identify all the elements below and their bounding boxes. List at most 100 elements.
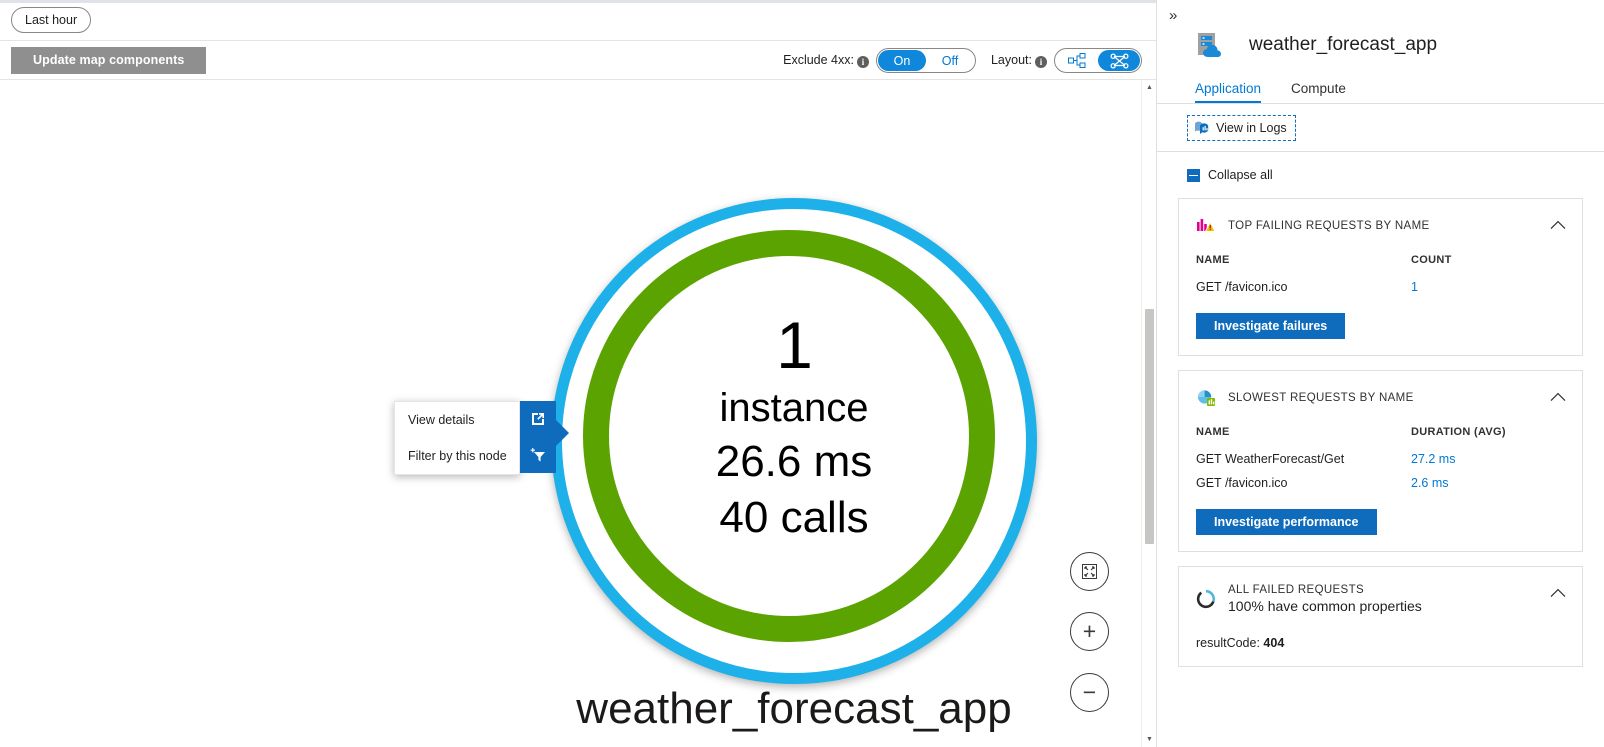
column-header-duration: DURATION (AVG) <box>1411 426 1506 438</box>
card-top-failing-requests-title: TOP FAILING REQUESTS BY NAME <box>1228 220 1430 232</box>
map-command-bar-right: Exclude 4xx: i On Off Layout: i <box>783 41 1142 80</box>
open-details-icon <box>532 413 544 425</box>
card-slowest-requests: SLOWEST REQUESTS BY NAME NAME DURATION (… <box>1178 370 1583 552</box>
time-range-picker[interactable]: Last hour <box>11 7 92 33</box>
collapse-panel-chevron-icon[interactable]: » <box>1165 6 1181 25</box>
failed-request-common-property: resultCode: 404 <box>1179 624 1582 666</box>
exclude-4xx-toggle[interactable]: On Off <box>875 48 976 73</box>
view-in-logs-button[interactable]: View in Logs <box>1187 114 1296 141</box>
card-all-failed-requests-collapse-chevron-icon[interactable] <box>1548 583 1568 603</box>
scroll-up-arrow-icon[interactable]: ▲ <box>1142 80 1156 95</box>
tab-application[interactable]: Application <box>1195 81 1262 103</box>
map-command-bar: Update map components Exclude 4xx: i On O… <box>0 41 1156 80</box>
time-range-bar: Last hour <box>0 0 1156 41</box>
layout-info-icon[interactable]: i <box>1035 56 1047 68</box>
request-duration[interactable]: 2.6 ms <box>1411 472 1582 496</box>
details-panel-header: weather_forecast_app <box>1157 0 1604 66</box>
table-row: GET WeatherForecast/Get 27.2 ms <box>1179 448 1582 472</box>
card-slowest-requests-header: SLOWEST REQUESTS BY NAME <box>1179 371 1582 418</box>
layout-toggle[interactable] <box>1054 48 1142 73</box>
card-slowest-requests-collapse-chevron-icon[interactable] <box>1548 387 1568 407</box>
details-panel: » weather_forecast_app Application Compu… <box>1157 0 1604 747</box>
collapse-all-label: Collapse all <box>1208 168 1273 182</box>
view-details-action-button[interactable] <box>520 401 556 437</box>
zoom-in-icon: + <box>1082 618 1097 644</box>
details-panel-cards: TOP FAILING REQUESTS BY NAME NAME COUNT <box>1157 198 1604 747</box>
app-service-icon <box>1195 30 1225 60</box>
zoom-out-icon: − <box>1082 679 1097 705</box>
collapse-all-button[interactable]: Collapse all <box>1187 168 1273 182</box>
map-scrollbar-thumb[interactable] <box>1145 309 1154 544</box>
scroll-down-arrow-icon[interactable]: ▼ <box>1142 732 1156 747</box>
table-row: GET /favicon.ico 1 <box>1179 276 1582 300</box>
layout-label: Layout: i <box>991 53 1047 68</box>
application-map-screen: Last hour Update map components Exclude … <box>0 0 1604 747</box>
exclude-4xx-info-icon[interactable]: i <box>856 56 869 68</box>
request-name: GET /favicon.ico <box>1196 476 1288 490</box>
card-top-failing-requests: TOP FAILING REQUESTS BY NAME NAME COUNT <box>1178 198 1583 356</box>
logs-icon <box>1194 120 1210 136</box>
force-layout-option[interactable] <box>1098 50 1140 71</box>
card-all-failed-requests-subtitle: 100% have common properties <box>1228 598 1422 614</box>
card-top-failing-requests-collapse-chevron-icon[interactable] <box>1548 215 1568 235</box>
card-slowest-requests-table: NAME DURATION (AVG) GET WeatherForecast/… <box>1179 422 1582 496</box>
view-in-logs-label: View in Logs <box>1216 120 1287 135</box>
column-header-name: NAME <box>1196 254 1230 266</box>
map-pane: Last hour Update map components Exclude … <box>0 0 1157 747</box>
node-action-buttons <box>520 401 556 473</box>
request-count[interactable]: 1 <box>1411 276 1582 300</box>
exclude-4xx-label: Exclude 4xx: i <box>783 53 869 68</box>
card-slowest-requests-title: SLOWEST REQUESTS BY NAME <box>1228 392 1414 404</box>
property-key: resultCode: <box>1196 636 1260 650</box>
menu-item-view-details-label: View details <box>408 413 475 427</box>
investigate-performance-button[interactable]: Investigate performance <box>1196 509 1377 535</box>
slowest-requests-performance-icon <box>1196 388 1216 408</box>
property-value: 404 <box>1263 636 1285 650</box>
time-range-label: Last hour <box>25 13 78 27</box>
column-header-name: NAME <box>1196 426 1230 438</box>
failing-requests-chart-icon <box>1196 216 1216 236</box>
menu-item-filter-by-node-label: Filter by this node <box>408 449 507 463</box>
card-top-failing-requests-header: TOP FAILING REQUESTS BY NAME <box>1179 199 1582 246</box>
map-canvas[interactable]: 1 instance 26.6 ms 40 calls weather_fore… <box>0 80 1156 747</box>
force-graph-layout-icon <box>1110 53 1129 69</box>
node-action-pointer <box>556 420 569 446</box>
collapse-all-row: Collapse all <box>1157 152 1604 198</box>
details-panel-title: weather_forecast_app <box>1249 34 1438 55</box>
table-row: GET /favicon.ico 2.6 ms <box>1179 472 1582 496</box>
investigate-failures-button[interactable]: Investigate failures <box>1196 313 1346 339</box>
table-header-row: NAME DURATION (AVG) <box>1179 422 1582 448</box>
tab-compute[interactable]: Compute <box>1291 81 1346 103</box>
card-all-failed-requests: ALL FAILED REQUESTS 100% have common pro… <box>1178 566 1583 667</box>
zoom-in-button[interactable]: + <box>1070 612 1109 651</box>
menu-item-view-details[interactable]: View details <box>395 402 519 438</box>
collapse-all-icon <box>1187 168 1200 182</box>
details-panel-tabs: Application Compute <box>1157 66 1604 104</box>
card-top-failing-requests-table: NAME COUNT GET /favicon.ico 1 <box>1179 250 1582 300</box>
fit-to-view-icon <box>1082 564 1097 579</box>
request-name: GET /favicon.ico <box>1196 280 1288 294</box>
exclude-4xx-off-option[interactable]: Off <box>926 50 974 71</box>
map-node-weather-forecast-app[interactable]: 1 instance 26.6 ms 40 calls weather_fore… <box>551 198 1037 733</box>
node-context-menu: View details Filter by this node <box>394 401 520 475</box>
details-panel-actions: View in Logs <box>1157 104 1604 152</box>
card-all-failed-requests-header: ALL FAILED REQUESTS 100% have common pro… <box>1179 567 1582 624</box>
map-vertical-scrollbar[interactable]: ▲ ▼ <box>1141 80 1156 747</box>
update-map-components-button[interactable]: Update map components <box>11 46 207 74</box>
menu-item-filter-by-node[interactable]: Filter by this node <box>395 438 519 474</box>
node-name-label: weather_forecast_app <box>576 684 1012 733</box>
hierarchical-layout-icon <box>1068 53 1086 68</box>
column-header-count: COUNT <box>1411 254 1452 266</box>
hierarchical-layout-option[interactable] <box>1056 50 1098 71</box>
node-inner-ring <box>583 230 995 642</box>
fit-to-view-button[interactable] <box>1070 552 1109 591</box>
filter-by-node-action-button[interactable] <box>520 437 556 473</box>
request-name: GET WeatherForecast/Get <box>1196 452 1345 466</box>
filter-plus-icon <box>530 448 545 462</box>
exclude-4xx-on-option[interactable]: On <box>877 50 926 71</box>
card-all-failed-requests-title: ALL FAILED REQUESTS <box>1228 584 1364 596</box>
table-header-row: NAME COUNT <box>1179 250 1582 276</box>
zoom-out-button[interactable]: − <box>1070 673 1109 712</box>
failed-requests-donut-icon <box>1196 589 1216 609</box>
request-duration[interactable]: 27.2 ms <box>1411 448 1582 472</box>
